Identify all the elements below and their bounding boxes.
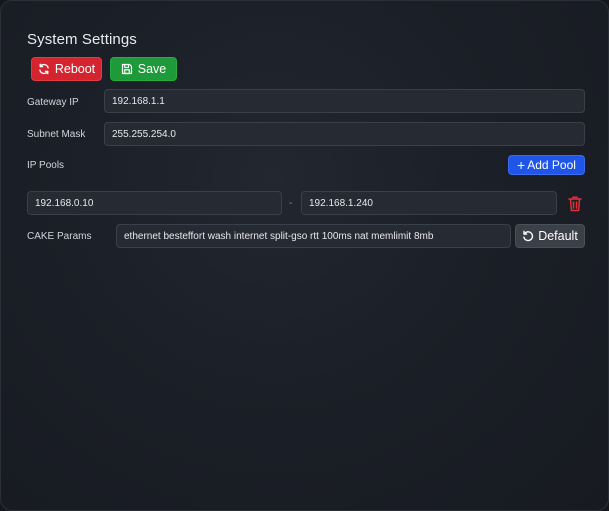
reset-icon <box>522 230 534 242</box>
plus-icon: + <box>517 157 526 173</box>
refresh-icon <box>38 63 50 75</box>
pool-range-separator: - <box>289 198 293 209</box>
add-pool-label: Add Pool <box>527 158 576 172</box>
floppy-disk-icon <box>121 63 133 75</box>
reboot-button[interactable]: Reboot <box>31 57 102 81</box>
add-pool-button[interactable]: + Add Pool <box>508 155 585 175</box>
cake-params-input[interactable]: ethernet besteffort wash internet split-… <box>116 224 511 248</box>
save-label: Save <box>137 62 167 76</box>
cake-params-label: CAKE Params <box>27 231 92 242</box>
settings-panel: System Settings Reboot Save Gateway IP 1… <box>0 0 609 511</box>
default-label: Default <box>538 229 578 243</box>
gateway-ip-input[interactable]: 192.168.1.1 <box>104 89 585 113</box>
subnet-mask-input[interactable]: 255.255.254.0 <box>104 122 585 146</box>
gateway-ip-label: Gateway IP <box>27 97 79 108</box>
pool-end-input[interactable]: 192.168.1.240 <box>301 191 557 215</box>
default-button[interactable]: Default <box>515 224 585 248</box>
save-button[interactable]: Save <box>110 57 177 81</box>
trash-icon[interactable] <box>567 195 583 213</box>
reboot-label: Reboot <box>54 62 96 76</box>
page-title: System Settings <box>27 31 137 48</box>
subnet-mask-label: Subnet Mask <box>27 129 86 140</box>
ip-pools-label: IP Pools <box>27 160 65 171</box>
pool-start-input[interactable]: 192.168.0.10 <box>27 191 282 215</box>
